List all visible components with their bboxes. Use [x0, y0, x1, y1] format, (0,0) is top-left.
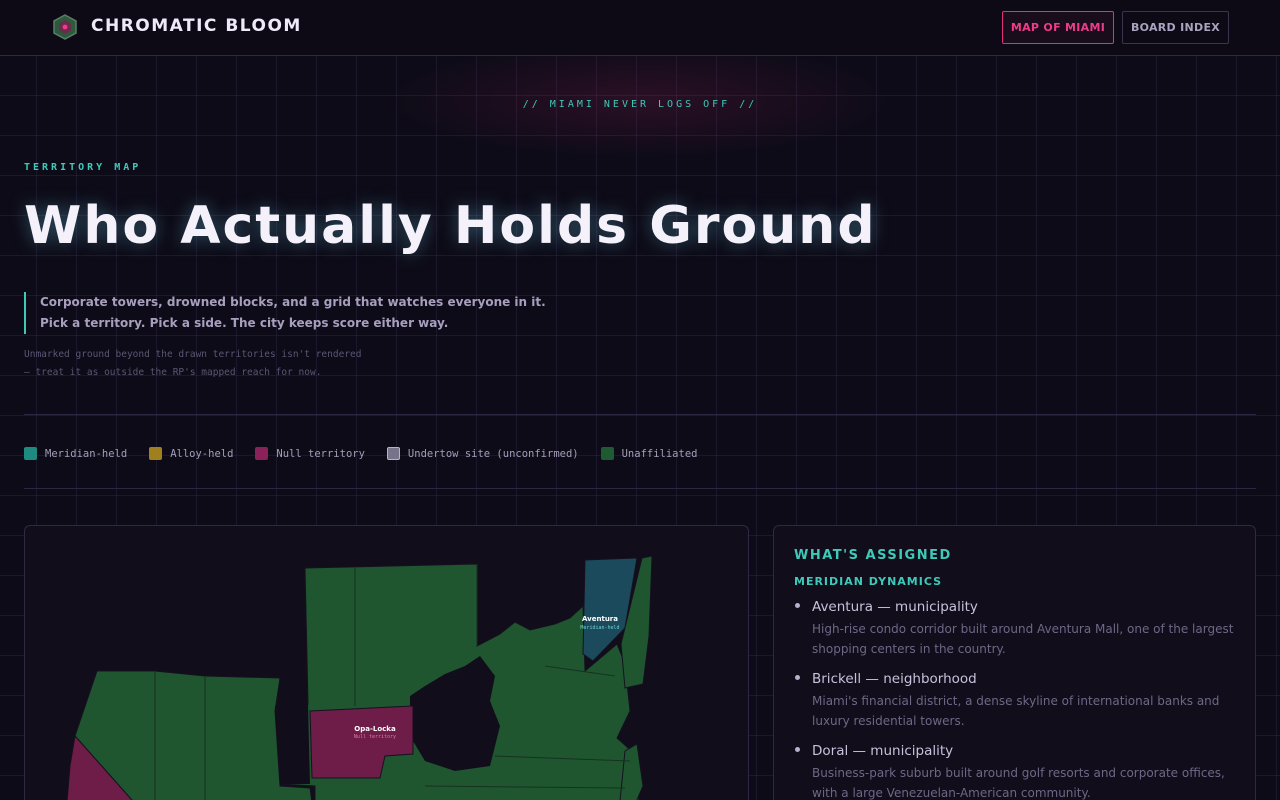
legend-item-unaffiliated: Unaffiliated: [600, 447, 698, 460]
legend-swatch-meridian: [24, 447, 37, 460]
intro-quote: Corporate towers, drowned blocks, and a …: [24, 292, 546, 334]
list-item[interactable]: Doral — municipality Business-park subur…: [812, 740, 1235, 800]
hexagon-logo-icon[interactable]: [52, 14, 78, 40]
brand-name[interactable]: CHROMATIC BLOOM: [91, 16, 302, 36]
territory-map[interactable]: Aventura Meridian-held Opa-Locka Null te…: [24, 525, 749, 800]
section-eyebrow: TERRITORY MAP: [24, 162, 142, 173]
tagline: // MIAMI NEVER LOGS OFF //: [522, 99, 758, 110]
map-label-aventura: Aventura: [582, 615, 618, 623]
page-title: Who Actually Holds Ground: [24, 196, 877, 256]
territory-name: Doral — municipality: [812, 743, 954, 759]
legend-label: Alloy-held: [170, 447, 234, 460]
legend-item-undertow: Undertow site (unconfirmed): [386, 447, 579, 460]
legend-swatch-undertow: [386, 447, 400, 460]
legend-label: Meridian-held: [45, 447, 128, 460]
divider: [24, 414, 1256, 415]
intro-line-1: Corporate towers, drowned blocks, and a …: [40, 295, 546, 309]
legend-swatch-null: [255, 447, 269, 460]
territory-name: Brickell — neighborhood: [812, 671, 977, 687]
legend-item-alloy: Alloy-held: [149, 447, 233, 460]
territory-description: Business-park suburb built around golf r…: [812, 766, 1225, 800]
top-bar: CHROMATIC BLOOM MAP OF MIAMI BOARD INDEX: [0, 0, 1280, 56]
map-svg[interactable]: Aventura Meridian-held Opa-Locka Null te…: [25, 526, 749, 800]
map-of-miami-button[interactable]: MAP OF MIAMI: [1002, 11, 1114, 44]
legend-label: Null territory: [276, 447, 365, 460]
assignment-panel: WHAT'S ASSIGNED MERIDIAN DYNAMICS Aventu…: [773, 525, 1256, 800]
faction-heading: MERIDIAN DYNAMICS: [794, 575, 943, 588]
territory-description: High-rise condo corridor built around Av…: [812, 622, 1234, 656]
legend-label: Unaffiliated: [621, 447, 698, 460]
territory-name: Aventura — municipality: [812, 599, 978, 615]
map-legend: Meridian-held Alloy-held Null territory …: [24, 447, 719, 460]
divider: [24, 488, 1256, 489]
territory-list: Aventura — municipality High-rise condo …: [794, 596, 1235, 800]
legend-swatch-alloy: [149, 447, 163, 460]
legend-item-meridian: Meridian-held: [24, 447, 127, 460]
panel-heading: WHAT'S ASSIGNED: [794, 548, 952, 563]
list-item[interactable]: Aventura — municipality High-rise condo …: [812, 596, 1235, 659]
intro-line-2: Pick a territory. Pick a side. The city …: [40, 316, 449, 330]
map-status-opa-locka: Null territory: [354, 734, 396, 740]
map-label-opa-locka: Opa-Locka: [354, 725, 396, 733]
territory-unmapped-gap: [275, 704, 310, 784]
legend-item-null: Null territory: [255, 447, 365, 460]
list-item[interactable]: Brickell — neighborhood Miami's financia…: [812, 668, 1235, 731]
board-index-button[interactable]: BOARD INDEX: [1122, 11, 1229, 44]
map-status-aventura: Meridian-held: [580, 625, 619, 631]
territory-description: Miami's financial district, a dense skyl…: [812, 694, 1220, 728]
map-note-line-1: Unmarked ground beyond the drawn territo…: [24, 349, 362, 360]
legend-label: Undertow site (unconfirmed): [407, 447, 579, 460]
map-note: Unmarked ground beyond the drawn territo…: [24, 346, 361, 382]
map-note-line-2: — treat it as outside the RP's mapped re…: [24, 367, 322, 378]
legend-swatch-unaffiliated: [600, 447, 614, 460]
